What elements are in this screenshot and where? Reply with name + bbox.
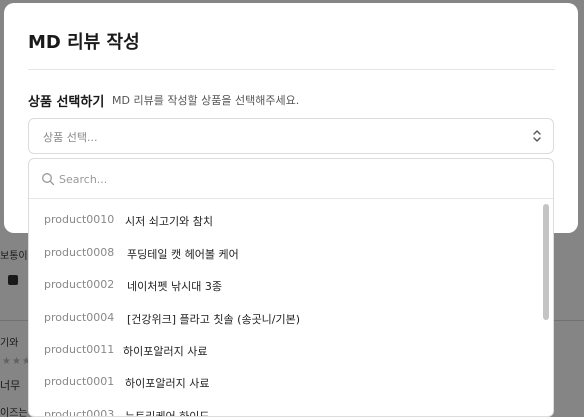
option-code: product0004 bbox=[44, 311, 115, 324]
product-option[interactable]: product0001 하이포알러지 사료 bbox=[29, 366, 539, 398]
product-select[interactable]: 상품 선택... bbox=[28, 118, 554, 154]
search-icon bbox=[42, 173, 55, 186]
option-name: 뉴트리케어 하이드 bbox=[125, 410, 210, 417]
search-row bbox=[29, 159, 553, 199]
scrollbar-thumb[interactable] bbox=[543, 204, 549, 320]
option-code: product0008 bbox=[44, 246, 115, 259]
product-option[interactable]: product0003 뉴트리케어 하이드 bbox=[29, 399, 539, 417]
option-name: [건강위크] 플라고 칫솔 (송곳니/기본) bbox=[127, 313, 301, 326]
select-placeholder: 상품 선택... bbox=[43, 131, 98, 144]
option-code: product0001 bbox=[44, 375, 115, 388]
option-code: product0002 bbox=[44, 278, 115, 291]
option-name: 하이포알러지 사료 bbox=[125, 377, 210, 390]
modal-title: MD 리뷰 작성 bbox=[28, 32, 140, 53]
product-option[interactable]: product0002 네이처펫 낚시대 3종 bbox=[29, 269, 539, 301]
product-dropdown: product0010 시저 쇠고기와 참치 product0008 푸딩테일 … bbox=[28, 158, 554, 417]
product-select-hint: MD 리뷰를 작성할 상품을 선택해주세요. bbox=[112, 94, 300, 107]
option-name: 하이포알러지 사료 bbox=[123, 345, 208, 358]
search-input[interactable] bbox=[59, 167, 529, 191]
option-code: product0011 bbox=[44, 343, 115, 356]
option-code: product0003 bbox=[44, 408, 115, 417]
product-option[interactable]: product0008 푸딩테일 캣 헤어볼 케어 bbox=[29, 237, 539, 269]
option-name: 시저 쇠고기와 참치 bbox=[125, 215, 213, 228]
product-option[interactable]: product0010 시저 쇠고기와 참치 bbox=[29, 204, 539, 236]
product-select-label: 상품 선택하기 bbox=[28, 95, 105, 110]
option-name: 푸딩테일 캣 헤어볼 케어 bbox=[127, 248, 239, 261]
option-name: 네이처펫 낚시대 3종 bbox=[127, 280, 222, 293]
product-option[interactable]: product0011 하이포알러지 사료 bbox=[29, 334, 539, 366]
modal-divider bbox=[28, 69, 555, 70]
chevron-up-down-icon bbox=[533, 130, 541, 142]
product-option[interactable]: product0004 [건강위크] 플라고 칫솔 (송곳니/기본) bbox=[29, 302, 539, 334]
option-code: product0010 bbox=[44, 213, 115, 226]
